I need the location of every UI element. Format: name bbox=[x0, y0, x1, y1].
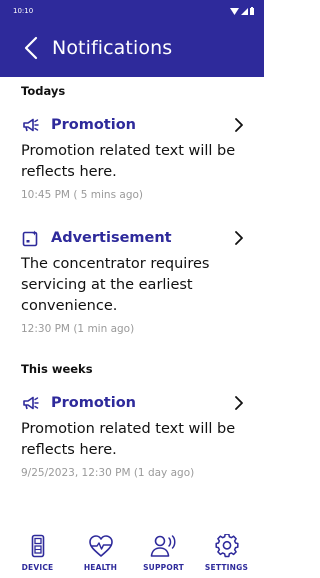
nav-label-support: SUPPORT bbox=[143, 563, 184, 572]
chevron-left-icon[interactable] bbox=[24, 35, 42, 61]
section-label-this-weeks: This weeks bbox=[21, 362, 93, 376]
status-icons bbox=[230, 7, 254, 15]
battery-icon bbox=[250, 7, 254, 15]
notification-text: Promotion related text will be reflects … bbox=[21, 421, 236, 458]
nav-item-device[interactable]: DEVICE bbox=[8, 534, 68, 572]
notifications-screen: 10:10 Notifications Todays Promotion Pro… bbox=[0, 0, 264, 578]
support-icon bbox=[150, 535, 175, 557]
app-header: Notifications bbox=[0, 22, 264, 77]
notification-item-promotion-week[interactable]: Promotion Promotion related text will be… bbox=[0, 391, 264, 480]
notification-header: Advertisement bbox=[21, 226, 243, 250]
notification-title: Promotion bbox=[51, 395, 136, 411]
nav-label-settings: SETTINGS bbox=[204, 563, 249, 572]
section-label-todays: Todays bbox=[21, 84, 66, 98]
status-time: 10:10 bbox=[13, 7, 34, 15]
notification-text: The concentrator requires servicing at t… bbox=[21, 256, 210, 314]
notification-item-advertisement-today[interactable]: Advertisement The concentrator requires … bbox=[0, 226, 264, 336]
megaphone-icon bbox=[21, 394, 39, 412]
notification-header: Promotion bbox=[21, 391, 243, 415]
notification-time: 9/25/2023, 12:30 PM (1 day ago) bbox=[21, 467, 195, 479]
notification-time: 12:30 PM (1 min ago) bbox=[21, 323, 135, 335]
notification-time: 10:45 PM ( 5 mins ago) bbox=[21, 189, 144, 201]
notification-item-promotion-today[interactable]: Promotion Promotion related text will be… bbox=[0, 113, 264, 202]
status-bar: 10:10 bbox=[0, 0, 264, 22]
chevron-right-icon bbox=[231, 395, 243, 411]
wifi-icon bbox=[230, 7, 239, 15]
health-heart-icon bbox=[88, 535, 113, 557]
advertisement-icon bbox=[21, 229, 39, 247]
gear-icon bbox=[214, 534, 239, 558]
nav-item-settings[interactable]: SETTINGS bbox=[197, 534, 257, 572]
notification-header: Promotion bbox=[21, 113, 243, 137]
chevron-right-icon bbox=[231, 230, 243, 246]
nav-item-health[interactable]: HEALTH bbox=[71, 534, 131, 572]
notification-text: Promotion related text will be reflects … bbox=[21, 143, 236, 180]
chevron-right-icon bbox=[231, 117, 243, 133]
nav-label-device: DEVICE bbox=[21, 563, 54, 572]
notification-title: Advertisement bbox=[51, 230, 172, 246]
megaphone-icon bbox=[21, 116, 39, 134]
nav-label-health: HEALTH bbox=[83, 563, 118, 572]
nav-item-support[interactable]: SUPPORT bbox=[134, 534, 194, 572]
device-icon bbox=[31, 534, 44, 558]
page-title: Notifications bbox=[52, 36, 173, 59]
bottom-nav: DEVICE HEALTH SUPPORT SETTINGS bbox=[0, 534, 264, 578]
signal-icon bbox=[241, 7, 248, 15]
notification-title: Promotion bbox=[51, 117, 136, 133]
